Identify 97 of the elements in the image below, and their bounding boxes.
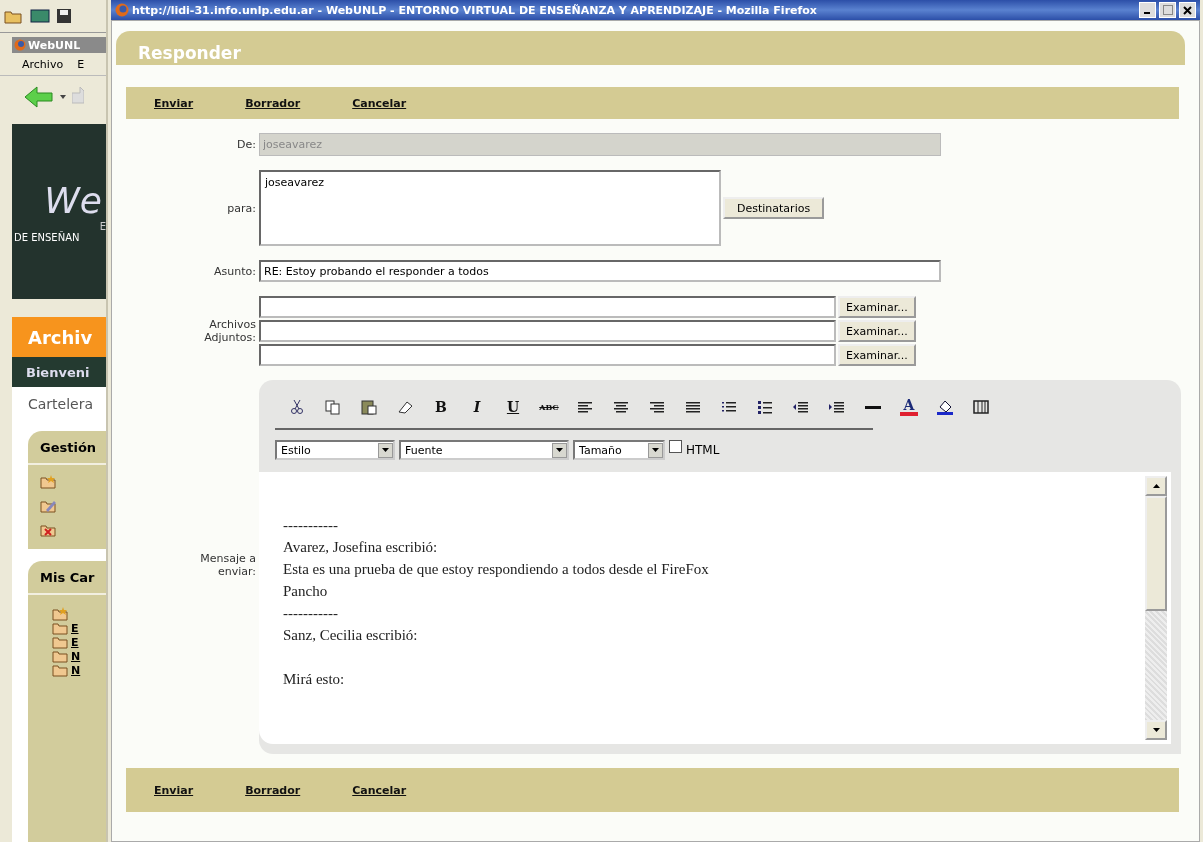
format-button[interactable]: U: [495, 395, 531, 419]
html-checkbox[interactable]: [669, 439, 682, 453]
new-folder-icon: [40, 475, 56, 489]
down-arrow-icon: [1152, 728, 1160, 732]
scrollbar[interactable]: [1145, 476, 1167, 740]
file-field[interactable]: [259, 296, 836, 318]
banner-text: E: [99, 221, 106, 232]
paint-bucket-icon: [936, 399, 954, 415]
action-link[interactable]: Cancelar: [352, 783, 407, 797]
folder-icon: [52, 635, 68, 649]
panel-title: Mis Car: [28, 561, 106, 595]
save-icon: [56, 8, 72, 24]
field-label: De:: [237, 138, 256, 151]
delete-folder-icon: [40, 523, 56, 537]
folder-link[interactable]: E: [71, 635, 79, 649]
edit-folder-icon: [40, 499, 56, 513]
folder-link[interactable]: E: [71, 621, 79, 635]
menu-item[interactable]: E: [77, 57, 85, 71]
back-arrow-icon[interactable]: [24, 86, 54, 108]
action-link[interactable]: Cancelar: [352, 96, 407, 110]
up-arrow-icon: [1152, 484, 1160, 488]
recipients-field[interactable]: joseavarez: [259, 170, 721, 246]
folder-icon: [52, 621, 68, 635]
tab-title: WebUNL: [28, 38, 81, 52]
caret-icon: [382, 448, 389, 452]
indent-icon: [828, 399, 846, 415]
recipients-button[interactable]: Destinatarios: [723, 197, 825, 219]
menu-item[interactable]: Archivo: [22, 57, 64, 71]
scroll-thumb[interactable]: [1145, 496, 1167, 611]
film-icon: [30, 8, 50, 24]
style-dropdown[interactable]: Fuente: [399, 440, 569, 460]
paste-icon: [360, 399, 378, 415]
folder-icon: [52, 607, 68, 621]
page-title: Responder: [138, 43, 241, 63]
copy-icon: [324, 399, 342, 415]
message-line: Esta es una prueba de que estoy respondiendo a todos desde el FireFox: [283, 560, 710, 579]
format-button[interactable]: B: [423, 395, 459, 419]
nav-item[interactable]: Cartelera: [12, 387, 106, 421]
minimize-button[interactable]: [1139, 2, 1156, 18]
numbered-list-icon: [720, 399, 738, 415]
firefox-icon: [115, 3, 129, 17]
section-title: Archiv: [12, 317, 106, 357]
browse-button[interactable]: Examinar...: [838, 344, 916, 366]
message-line: Pancho: [283, 582, 329, 601]
eraser-icon: [396, 399, 414, 415]
scroll-down-button[interactable]: [1145, 720, 1167, 740]
folder-icon: [52, 649, 68, 663]
banner-subtitle: DE ENSEÑAN: [14, 232, 80, 243]
message-line: -----------: [283, 516, 339, 535]
align-center-icon: [612, 399, 630, 415]
folder-icon: [52, 663, 68, 677]
message-line: Avarez, Josefina escribió:: [283, 538, 439, 557]
action-link[interactable]: Borrador: [245, 783, 301, 797]
file-field[interactable]: [259, 344, 836, 366]
message-line: -----------: [283, 604, 339, 623]
style-dropdown[interactable]: Estilo: [275, 440, 395, 460]
panel-title: Gestión: [28, 431, 106, 465]
outdent-icon: [792, 399, 810, 415]
close-button[interactable]: [1179, 2, 1196, 18]
folder-link[interactable]: N: [71, 649, 81, 663]
action-link[interactable]: Enviar: [154, 783, 194, 797]
action-link[interactable]: Enviar: [154, 96, 194, 110]
font-color-button[interactable]: A: [891, 395, 927, 419]
close-icon: [1183, 5, 1192, 15]
firefox-icon: [14, 39, 26, 51]
browse-button[interactable]: Examinar...: [838, 296, 916, 318]
action-link[interactable]: Borrador: [245, 96, 301, 110]
caret-icon: [652, 448, 659, 452]
field-label: Archivos Adjuntos:: [203, 318, 256, 344]
browse-button[interactable]: Examinar...: [838, 320, 916, 342]
banner-logo: We: [44, 180, 102, 221]
checkbox-label: HTML: [686, 443, 720, 457]
field-label: Asunto:: [214, 264, 256, 278]
maximize-icon: [1162, 5, 1173, 15]
format-button[interactable]: ABC: [531, 395, 567, 419]
scroll-up-button[interactable]: [1145, 476, 1167, 496]
format-button[interactable]: I: [459, 395, 495, 419]
file-field[interactable]: [259, 320, 836, 342]
message-line: Mirá esto:: [283, 670, 346, 689]
field-label: Mensaje a enviar:: [199, 552, 256, 578]
folder-link[interactable]: N: [71, 663, 81, 677]
message-line: Sanz, Cecilia escribió:: [283, 626, 419, 645]
subject-field[interactable]: RE: Estoy probando el responder a todos: [259, 260, 941, 282]
align-left-icon: [576, 399, 594, 415]
field-label: para:: [227, 201, 256, 215]
window-title: http://lidi-31.info.unlp.edu.ar - WebUNLP - ENTORNO VIRTUAL DE ENSEÑANZA Y APRENDIZAJE - Mozilla Firefox: [132, 3, 818, 17]
welcome-bar: Bienveni: [12, 357, 106, 387]
table-icon: [972, 399, 990, 415]
dropdown-caret-icon[interactable]: [60, 95, 66, 99]
align-right-icon: [648, 399, 666, 415]
bullet-list-icon: [756, 399, 774, 415]
caret-icon: [556, 448, 563, 452]
cut-icon: [288, 399, 306, 415]
style-dropdown[interactable]: Tamaño: [573, 440, 665, 460]
color-bar-icon: [900, 412, 918, 416]
folder-open-icon: [4, 8, 24, 24]
justify-icon: [684, 399, 702, 415]
